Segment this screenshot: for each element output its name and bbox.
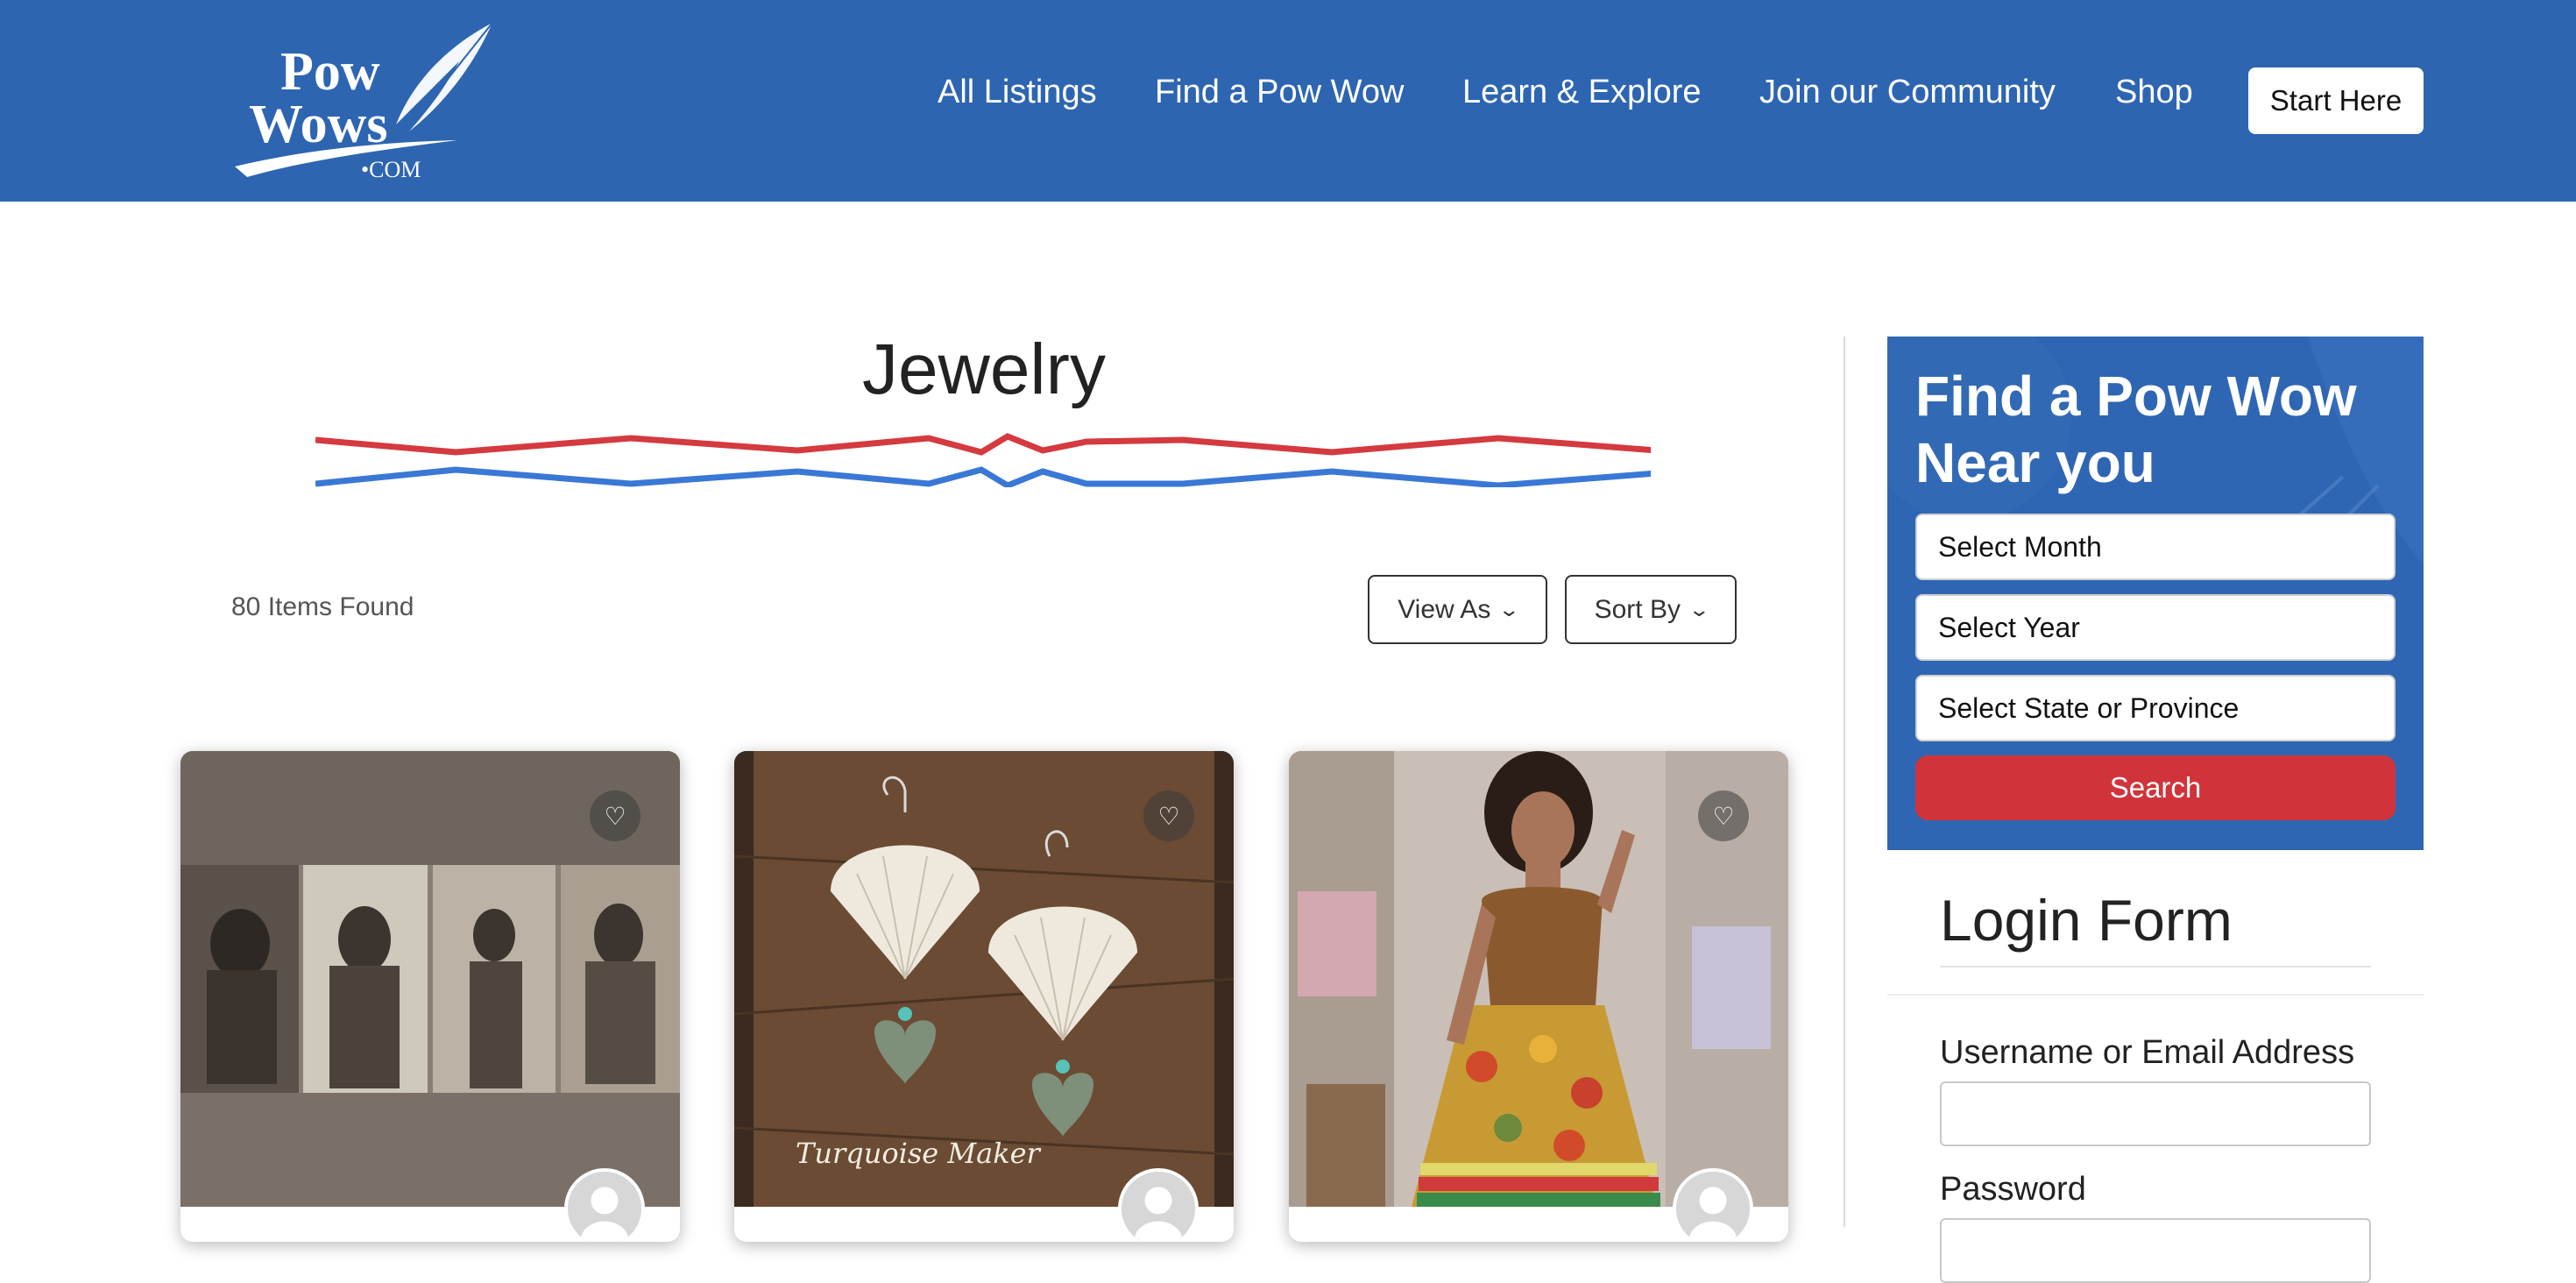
view-as-label: View As: [1398, 594, 1491, 624]
seller-avatar[interactable]: [564, 1168, 645, 1242]
sort-by-label: Sort By: [1594, 594, 1681, 624]
password-label: Password: [1940, 1171, 2086, 1208]
username-label: Username or Email Address: [1940, 1034, 2355, 1071]
favorite-heart-icon[interactable]: ♡: [590, 790, 640, 841]
seller-avatar[interactable]: [1118, 1168, 1199, 1242]
login-title-underline: [1940, 966, 2371, 968]
avatar-icon: [568, 1172, 641, 1242]
select-year[interactable]: Select Year: [1915, 594, 2396, 661]
search-button[interactable]: Search: [1915, 755, 2396, 820]
nav-all-listings[interactable]: All Listings: [938, 72, 1097, 112]
listing-card[interactable]: Turquoise Maker ♡: [734, 751, 1234, 1242]
password-input[interactable]: [1940, 1218, 2371, 1283]
widget-title: Find a Pow Wow Near you: [1915, 365, 2357, 494]
favorite-heart-icon[interactable]: ♡: [1698, 790, 1749, 841]
sort-by-button[interactable]: Sort By ⌄: [1565, 575, 1737, 644]
site-header: Pow Wows •COM All Listings Find a Pow Wo…: [0, 0, 2576, 202]
select-state-province[interactable]: Select State or Province: [1915, 675, 2396, 741]
svg-text:Pow: Pow: [280, 42, 380, 102]
chevron-down-icon: ⌄: [1688, 598, 1711, 620]
avatar-icon: [1122, 1172, 1195, 1242]
decorative-divider: [315, 433, 1651, 487]
powwows-logo[interactable]: Pow Wows •COM: [230, 19, 503, 182]
items-found-count: 80 Items Found: [231, 592, 414, 621]
nav-shop[interactable]: Shop: [2115, 72, 2193, 112]
chevron-down-icon: ⌄: [1497, 598, 1521, 620]
username-input[interactable]: [1940, 1081, 2371, 1146]
avatar-icon: [1676, 1172, 1750, 1242]
login-separator: [1887, 994, 2424, 996]
watermark: Turquoise Maker: [796, 1137, 1042, 1170]
favorite-heart-icon[interactable]: ♡: [1143, 790, 1194, 841]
select-month[interactable]: Select Month: [1915, 514, 2396, 580]
start-here-button[interactable]: Start Here: [2248, 67, 2424, 134]
nav-join-community[interactable]: Join our Community: [1759, 72, 2056, 112]
nav-learn-explore[interactable]: Learn & Explore: [1462, 72, 1702, 112]
login-form-title: Login Form: [1940, 888, 2233, 953]
find-pow-wow-widget: Find a Pow Wow Near you Select Month Sel…: [1887, 337, 2424, 850]
feather-icon: Pow Wows •COM: [235, 22, 493, 182]
listing-card[interactable]: ♡: [1289, 751, 1788, 1242]
svg-text:Wows: Wows: [249, 95, 387, 154]
listing-card[interactable]: ♡: [180, 751, 680, 1242]
nav-find-a-pow-wow[interactable]: Find a Pow Wow: [1155, 72, 1404, 112]
svg-text:•COM: •COM: [361, 157, 421, 182]
page-title: Jewelry: [862, 330, 1106, 409]
sidebar-divider: [1844, 337, 1845, 1227]
seller-avatar[interactable]: [1673, 1168, 1753, 1242]
view-as-button[interactable]: View As ⌄: [1368, 575, 1547, 644]
